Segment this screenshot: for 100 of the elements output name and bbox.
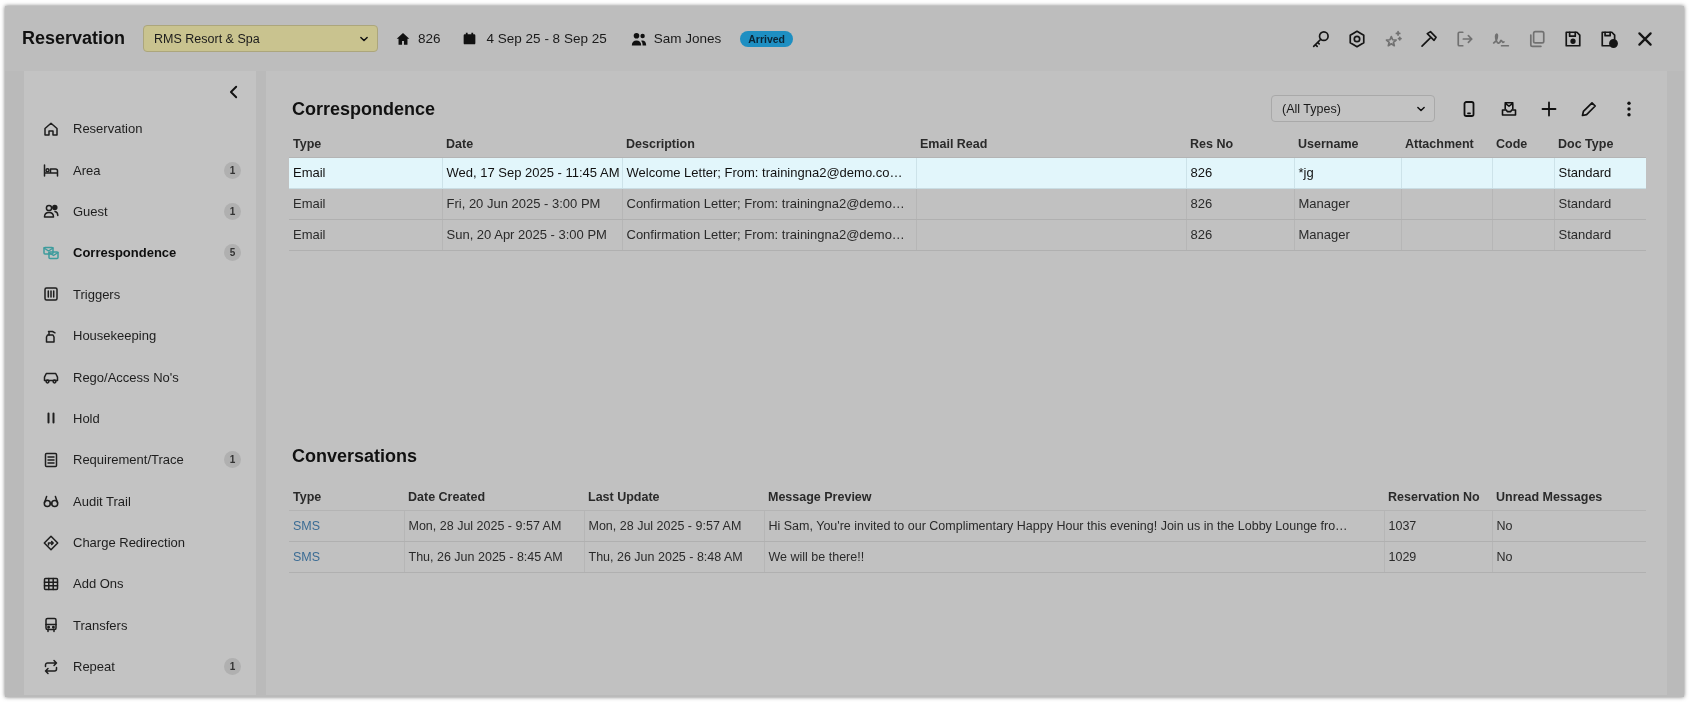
key-icon[interactable]: [1312, 29, 1330, 48]
sidebar-item[interactable]: Transfers: [24, 604, 256, 647]
home-icon: [43, 120, 59, 137]
column-header: Email Read: [916, 131, 1186, 157]
table-cell: Mon, 28 Jul 2025 - 9:57 AM: [404, 510, 584, 542]
column-header: Description: [622, 131, 916, 157]
section-title: Conversations: [291, 445, 418, 466]
inbox-icon[interactable]: [1501, 100, 1517, 117]
table-row[interactable]: Email Fri, 20 Jun 2025 - 3:00 PM Confirmation Letter; From: trainingna2@demo… 826 Manager Standard: [289, 188, 1646, 219]
envelopes-icon: [43, 244, 59, 261]
guest-name: Sam Jones: [653, 31, 722, 46]
column-header: Message Preview: [764, 484, 1384, 511]
table-cell: No: [1492, 541, 1646, 573]
column-header: Type: [289, 131, 442, 157]
table-cell: Email: [289, 157, 442, 188]
list-icon: [43, 451, 59, 468]
table-cell: Thu, 26 Jun 2025 - 8:45 AM: [404, 541, 584, 573]
add-icon[interactable]: [1541, 100, 1557, 117]
sidebar-item[interactable]: Triggers: [24, 273, 256, 315]
table-cell: Email: [289, 219, 442, 250]
column-header: Attachment: [1401, 131, 1492, 157]
close-icon[interactable]: [1636, 29, 1654, 48]
section-title: Correspondence: [291, 97, 436, 121]
table-cell: Wed, 17 Sep 2025 - 11:45 AM: [442, 157, 622, 188]
diamond-arrow-icon: [43, 534, 59, 551]
column-header: Username: [1294, 131, 1401, 157]
sidebar-item[interactable]: Correspondence 5: [24, 232, 256, 274]
save-icon[interactable]: [1564, 29, 1582, 48]
glasses-icon: [43, 493, 59, 510]
table-cell: 1037: [1384, 510, 1492, 542]
settings-icon[interactable]: [1348, 29, 1366, 48]
count-badge: 1: [224, 202, 241, 220]
table-row[interactable]: Email Sun, 20 Apr 2025 - 3:00 PM Confirmation Letter; From: trainingna2@demo… 826 Manager Standard: [289, 219, 1646, 250]
home-icon: [396, 31, 411, 46]
sidebar-item[interactable]: Housekeeping: [24, 314, 256, 357]
sidebar-item[interactable]: Reservation: [24, 108, 256, 150]
column-header: Date: [442, 131, 622, 157]
table-cell: 826: [1186, 219, 1294, 250]
table-cell: Manager: [1294, 188, 1401, 219]
table-cell: Thu, 26 Jun 2025 - 8:48 AM: [584, 541, 764, 573]
page-title: Reservation: [22, 28, 126, 49]
phone-icon[interactable]: [1461, 100, 1477, 117]
table-cell: Welcome Letter; From: trainingna2@demo.co…: [622, 157, 916, 188]
sidebar-item[interactable]: Rego/Access No's: [24, 356, 256, 398]
table-cell: *jg: [1294, 157, 1401, 188]
column-header: Date Created: [404, 484, 584, 511]
status-badge: Arrived: [740, 30, 793, 47]
table-cell: Manager: [1294, 219, 1401, 250]
property-dropdown[interactable]: RMS Resort & Spa: [143, 25, 379, 52]
repeat-icon: [43, 658, 59, 675]
pencil-icon[interactable]: [1581, 100, 1597, 117]
table-row[interactable]: SMS Thu, 26 Jun 2025 - 8:45 AM Thu, 26 Jun 2025 - 8:48 AM We will be there!! 1029 No: [289, 541, 1646, 573]
column-header: Reservation No: [1384, 484, 1492, 511]
room-number: 826: [418, 31, 441, 46]
table-cell: Mon, 28 Jul 2025 - 9:57 AM: [584, 510, 764, 542]
column-header: Doc Type: [1554, 131, 1646, 157]
sidebar-item[interactable]: Charge Redirection: [24, 521, 256, 564]
table-cell: Email: [289, 188, 442, 219]
sidebar-item[interactable]: Repeat 1: [24, 646, 256, 688]
column-header: Unread Messages: [1492, 484, 1646, 511]
type-filter-dropdown[interactable]: (All Types): [1271, 95, 1435, 122]
bus-icon: [43, 617, 59, 634]
column-header: Code: [1492, 131, 1554, 157]
grid-icon: [43, 576, 59, 592]
users-icon: [43, 203, 59, 220]
sidebar-item[interactable]: Add Ons: [24, 563, 256, 605]
table-cell: Standard: [1554, 219, 1646, 250]
table-cell: Standard: [1554, 188, 1646, 219]
count-badge: 1: [224, 451, 241, 469]
table-row[interactable]: SMS Mon, 28 Jul 2025 - 9:57 AM Mon, 28 Jul 2025 - 9:57 AM Hi Sam, You're invited to our Complimentary Happy Hour this evening! Join us in the Lobby Lounge fro… 1037 No: [289, 510, 1646, 542]
count-badge: 5: [224, 244, 241, 262]
sidebar-item[interactable]: Guest 1: [24, 190, 256, 233]
table-cell: We will be there!!: [764, 541, 1384, 573]
column-header: Last Update: [584, 484, 764, 511]
table-cell: No: [1492, 510, 1646, 542]
table-cell: 826: [1186, 157, 1294, 188]
users-icon: [630, 30, 647, 47]
calendar-icon: [462, 32, 476, 45]
table-cell: Confirmation Letter; From: trainingna2@demo…: [622, 219, 916, 250]
column-header: Res No: [1186, 131, 1294, 157]
sidebar-item[interactable]: Area 1: [24, 149, 256, 191]
table-cell: Fri, 20 Jun 2025 - 3:00 PM: [442, 188, 622, 219]
column-header: Type: [289, 484, 404, 511]
count-badge: 1: [224, 658, 241, 676]
hammer-icon[interactable]: [1420, 29, 1438, 48]
table-row[interactable]: Email Wed, 17 Sep 2025 - 11:45 AM Welcome Letter; From: trainingna2@demo.co… 826 *jg Standard: [289, 157, 1646, 188]
table-cell: 1029: [1384, 541, 1492, 573]
sidebar-item[interactable]: Requirement/Trace 1: [24, 439, 256, 481]
count-badge: 1: [224, 161, 241, 179]
table-cell: Hi Sam, You're invited to our Complimentary Happy Hour this evening! Join us in the Lobby Lounge fro…: [764, 510, 1384, 542]
sidebar-item[interactable]: Hold: [24, 397, 256, 440]
table-cell: Sun, 20 Apr 2025 - 3:00 PM: [442, 219, 622, 250]
sidebar-item[interactable]: Audit Trail: [24, 480, 256, 522]
table-cell: Standard: [1554, 157, 1646, 188]
columns-icon: [43, 286, 59, 303]
bed-icon: [43, 162, 59, 179]
stay-dates: 4 Sep 25 - 8 Sep 25: [486, 31, 607, 46]
save-status-icon[interactable]: [1600, 29, 1618, 48]
table-cell: 826: [1186, 188, 1294, 219]
table-cell: Confirmation Letter; From: trainingna2@demo…: [622, 188, 916, 219]
